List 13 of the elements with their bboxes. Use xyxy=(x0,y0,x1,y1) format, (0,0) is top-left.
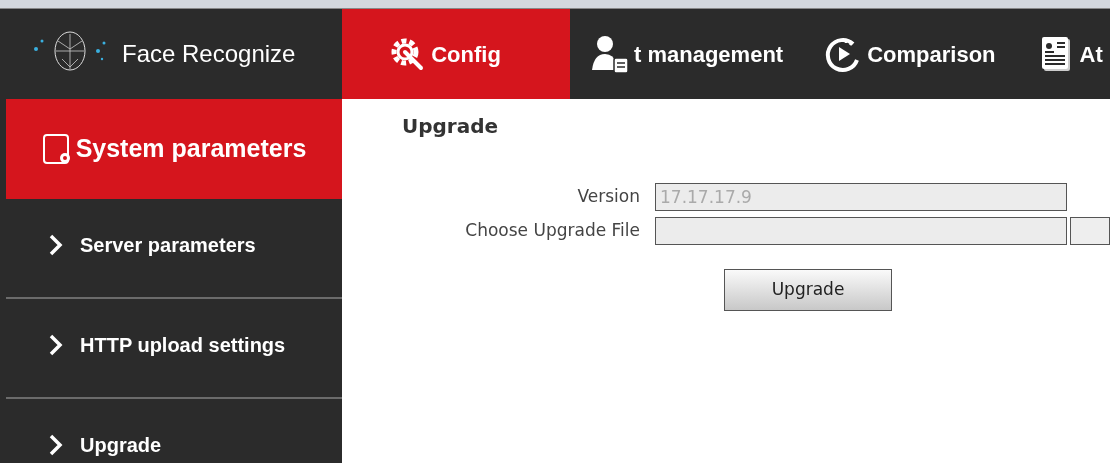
chevron-right-icon xyxy=(48,234,64,256)
field-label: Choose Upgrade File xyxy=(464,219,641,243)
person-document-icon xyxy=(590,34,630,74)
chevron-right-icon xyxy=(48,434,64,456)
upgrade-button[interactable]: Upgrade xyxy=(724,269,892,311)
app-title: Face Recognize xyxy=(122,39,296,69)
nav-tab[interactable]: Config xyxy=(342,9,570,99)
settings-window-icon xyxy=(41,133,72,165)
sidebar-item[interactable]: System parameters xyxy=(6,99,342,199)
panel-title: Upgrade xyxy=(402,113,500,140)
field-label: Version xyxy=(576,185,641,209)
browse-button[interactable] xyxy=(1070,217,1110,245)
chevron-right-icon xyxy=(48,334,64,356)
